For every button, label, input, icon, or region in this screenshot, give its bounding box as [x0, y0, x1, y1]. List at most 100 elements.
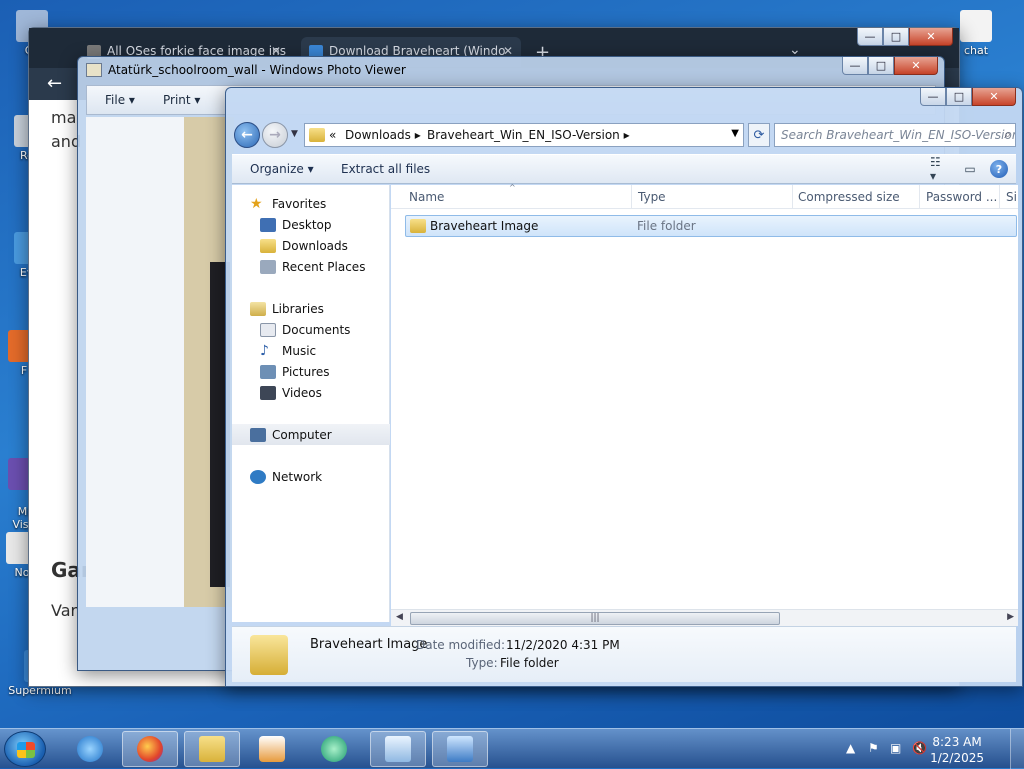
- back-button[interactable]: ←: [234, 122, 260, 148]
- details-modified-label: Date modified:: [416, 638, 506, 652]
- column-compressed-size[interactable]: Compressed size: [792, 185, 920, 209]
- nav-recent-places[interactable]: Recent Places: [232, 256, 390, 277]
- taskbar-clock[interactable]: 8:23 AM 1/2/2025: [930, 734, 984, 766]
- column-name[interactable]: Name: [403, 185, 632, 209]
- breadcrumb-braveheart[interactable]: Braveheart_Win_EN_ISO-Version ▸: [427, 128, 630, 142]
- address-bar[interactable]: « Downloads ▸ Braveheart_Win_EN_ISO-Vers…: [304, 123, 744, 147]
- browser-window-controls: — □ ✕: [857, 28, 953, 46]
- desktop-icon-label: chat: [963, 44, 989, 57]
- refresh-button[interactable]: ⟳: [748, 123, 770, 147]
- folder-icon: [410, 219, 426, 233]
- details-type-value: File folder: [500, 656, 559, 670]
- taskbar-notepad[interactable]: [370, 731, 426, 767]
- minimize-button[interactable]: —: [842, 57, 868, 75]
- history-dropdown-icon[interactable]: ▼: [291, 129, 298, 139]
- taskbar-app-green[interactable]: [306, 731, 362, 767]
- windows-logo-icon: [17, 742, 35, 758]
- maximize-button[interactable]: □: [883, 28, 909, 46]
- taskbar-media-player[interactable]: [244, 731, 300, 767]
- close-button[interactable]: ✕: [909, 28, 953, 46]
- taskbar-firefox[interactable]: [122, 731, 178, 767]
- table-row[interactable]: Braveheart Image File folder: [405, 215, 1017, 237]
- clock-date: 1/2/2025: [930, 751, 984, 765]
- computer-icon: [250, 427, 266, 442]
- nav-pictures[interactable]: Pictures: [232, 361, 390, 382]
- nav-documents[interactable]: Documents: [232, 319, 390, 340]
- breadcrumb-downloads[interactable]: Downloads ▸: [345, 128, 421, 142]
- address-row: ← → ▼ « Downloads ▸ Braveheart_Win_EN_IS…: [232, 120, 1016, 150]
- documents-icon: [260, 322, 276, 337]
- change-view-icon[interactable]: ☷ ▾: [930, 155, 950, 183]
- photo-viewer-window-controls: — □ ✕: [842, 57, 938, 75]
- close-button[interactable]: ✕: [972, 88, 1016, 106]
- menu-file[interactable]: File ▾: [105, 93, 135, 107]
- column-size[interactable]: Si: [1000, 185, 1018, 209]
- details-modified-value: 11/2/2020 4:31 PM: [506, 638, 620, 652]
- help-icon[interactable]: ?: [990, 160, 1008, 178]
- scroll-left-icon[interactable]: ◀: [396, 612, 403, 622]
- breadcrumb-overflow[interactable]: «: [329, 128, 336, 142]
- nav-computer[interactable]: Computer: [232, 424, 390, 445]
- maximize-button[interactable]: □: [946, 88, 972, 106]
- taskbar: ▲ ⚑ ▣ 🔇 8:23 AM 1/2/2025: [0, 728, 1024, 769]
- file-type: File folder: [637, 219, 696, 233]
- column-type[interactable]: Type: [632, 185, 793, 209]
- folder-icon: [199, 736, 225, 762]
- horizontal-scrollbar[interactable]: ◀ ||| ▶: [391, 609, 1018, 626]
- taskbar-explorer[interactable]: [184, 731, 240, 767]
- search-icon: ⌕: [1004, 127, 1011, 141]
- nav-music[interactable]: ♪ Music: [232, 340, 390, 361]
- start-button[interactable]: [4, 731, 46, 767]
- clock-time: 8:23 AM: [932, 735, 982, 749]
- menu-print[interactable]: Print ▾: [163, 93, 200, 107]
- volume-muted-icon[interactable]: 🔇: [912, 741, 927, 755]
- minimize-button[interactable]: —: [857, 28, 883, 46]
- folder-icon: [250, 635, 288, 675]
- nav-desktop[interactable]: Desktop: [232, 214, 390, 235]
- nav-videos[interactable]: Videos: [232, 382, 390, 403]
- show-desktop-button[interactable]: [1010, 729, 1024, 769]
- notepad-icon: [385, 736, 411, 762]
- explorer-window-controls: — □ ✕: [920, 88, 1016, 106]
- media-player-icon: [259, 736, 285, 762]
- scroll-right-icon[interactable]: ▶: [1007, 612, 1014, 622]
- scrollbar-thumb[interactable]: |||: [410, 612, 780, 625]
- downloads-folder-icon: [260, 238, 276, 253]
- nav-downloads[interactable]: Downloads: [232, 235, 390, 256]
- close-button[interactable]: ✕: [894, 57, 938, 75]
- window-title: Atatürk_schoolroom_wall - Windows Photo …: [108, 63, 406, 77]
- libraries-icon: [250, 301, 266, 316]
- explorer-window[interactable]: — □ ✕ ← → ▼ « Downloads ▸ Braveheart_Win…: [225, 87, 1023, 687]
- videos-icon: [260, 385, 276, 400]
- document-icon: [960, 10, 992, 42]
- address-dropdown-icon[interactable]: ▼: [731, 128, 739, 139]
- forward-button[interactable]: →: [262, 122, 288, 148]
- file-list: Name ^ Type Compressed size Password ...…: [391, 183, 1018, 622]
- internet-explorer-icon: [77, 736, 103, 762]
- nav-favorites[interactable]: ★ Favorites: [232, 193, 390, 214]
- nav-network[interactable]: Network: [232, 466, 390, 487]
- maximize-button[interactable]: □: [868, 57, 894, 75]
- network-icon[interactable]: ▣: [890, 741, 901, 755]
- taskbar-ie[interactable]: [62, 731, 118, 767]
- details-type-label: Type:: [466, 656, 498, 670]
- organize-button[interactable]: Organize ▾: [250, 162, 314, 176]
- music-icon: ♪: [260, 342, 269, 359]
- show-hidden-icons-icon[interactable]: ▲: [846, 741, 855, 755]
- back-arrow-icon[interactable]: ←: [47, 73, 62, 94]
- navigation-pane: ★ Favorites Desktop Downloads Recent Pla…: [232, 185, 390, 622]
- extract-all-button[interactable]: Extract all files: [341, 162, 430, 176]
- desktop-icon-label: F: [20, 364, 28, 377]
- action-center-icon[interactable]: ⚑: [868, 741, 879, 755]
- preview-pane-icon[interactable]: ▭: [960, 159, 980, 179]
- network-icon: [250, 469, 266, 484]
- recent-places-icon: [260, 259, 276, 274]
- folder-icon: [309, 128, 325, 142]
- firefox-icon: [137, 736, 163, 762]
- taskbar-photo-viewer[interactable]: [432, 731, 488, 767]
- column-password[interactable]: Password ...: [920, 185, 1000, 209]
- minimize-button[interactable]: —: [920, 88, 946, 106]
- photo-viewer-app-icon: [86, 63, 102, 77]
- nav-libraries[interactable]: Libraries: [232, 298, 390, 319]
- search-input[interactable]: Search Braveheart_Win_EN_ISO-Version ⌕: [774, 123, 1016, 147]
